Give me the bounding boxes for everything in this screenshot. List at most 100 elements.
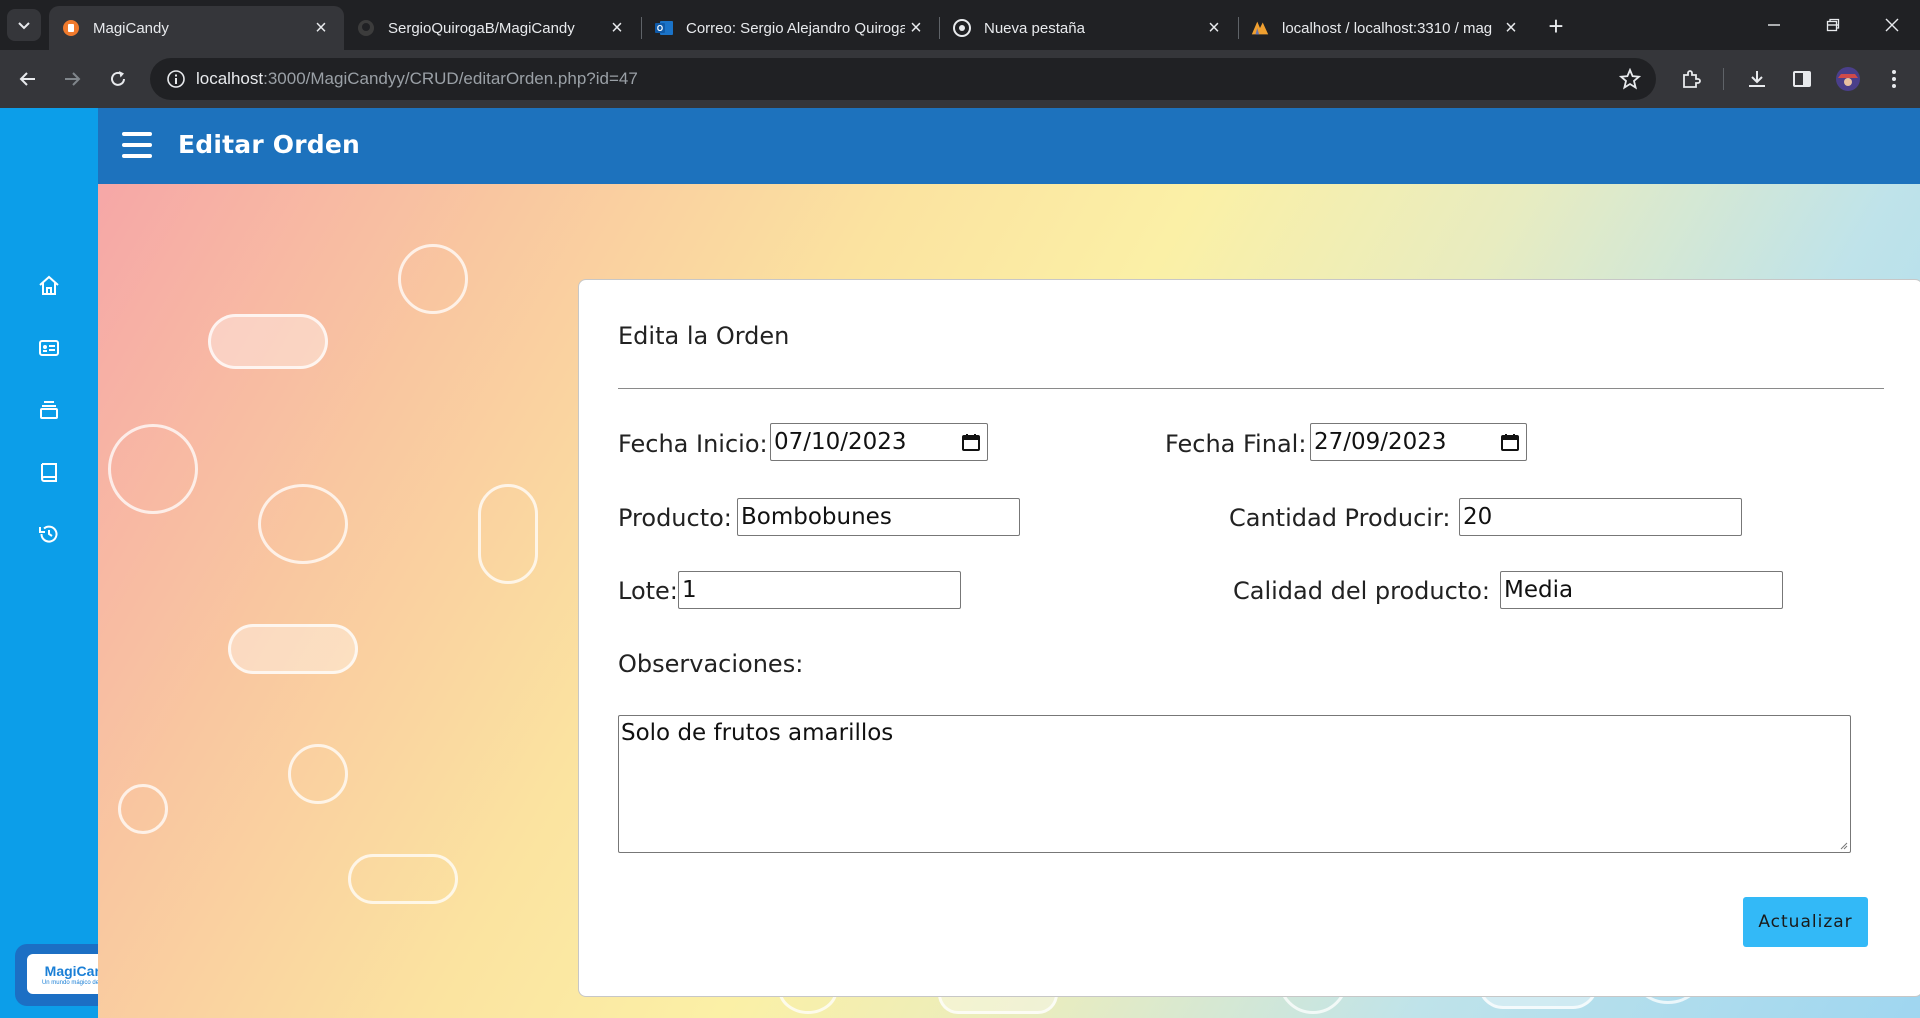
observaciones-value: Solo de frutos amarillos (621, 720, 894, 746)
actualizar-button[interactable]: Actualizar (1743, 897, 1868, 947)
extensions-button[interactable] (1675, 63, 1707, 95)
tab-nueva-pestana[interactable]: Nueva pestaña × (940, 6, 1237, 50)
download-icon (1749, 71, 1765, 87)
fecha-final-value: 27/09/2023 (1314, 429, 1447, 455)
phpmyadmin-icon (1250, 18, 1270, 38)
tab-title: Correo: Sergio Alejandro Quiroga (686, 19, 905, 37)
downloads-button[interactable] (1741, 63, 1773, 95)
fecha-final-label: Fecha Final: (1165, 430, 1307, 458)
address-bar[interactable]: localhost:3000/MagiCandyy/CRUD/editarOrd… (150, 58, 1656, 100)
sidebar-item-home[interactable] (29, 266, 69, 306)
close-window-button[interactable] (1872, 8, 1912, 42)
reload-button[interactable] (102, 63, 134, 95)
history-icon (39, 525, 58, 543)
candy-doodle (348, 854, 458, 904)
calidad-label: Calidad del producto: (1233, 577, 1490, 605)
minimize-icon (1768, 24, 1780, 26)
fecha-inicio-value: 07/10/2023 (774, 429, 907, 455)
outlook-icon: O (654, 18, 674, 38)
menu-hamburger-icon[interactable] (122, 132, 152, 158)
browser-menu-button[interactable] (1878, 63, 1910, 95)
chevron-down-icon (18, 22, 30, 30)
stack-icon (40, 401, 58, 419)
arrow-right-icon (65, 72, 81, 86)
avatar-icon (1836, 67, 1860, 91)
url-host: localhost (196, 69, 264, 88)
calendar-icon[interactable] (961, 432, 981, 452)
sidebar-item-stack[interactable] (29, 390, 69, 430)
app-orange-icon (61, 18, 81, 38)
github-icon (356, 18, 376, 38)
restore-button[interactable] (1813, 8, 1853, 42)
bookmark-star-icon[interactable] (1618, 67, 1642, 91)
cantidad-input[interactable]: 20 (1459, 498, 1742, 536)
candy-doodle (258, 484, 348, 564)
lote-value: 1 (682, 577, 697, 603)
id-card-icon (39, 340, 59, 356)
candy-doodle (118, 784, 168, 834)
url-path: :3000/MagiCandyy/CRUD/editarOrden.php?id… (263, 69, 638, 88)
url-text: localhost:3000/MagiCandyy/CRUD/editarOrd… (196, 69, 638, 89)
tab-phpmyadmin[interactable]: localhost / localhost:3310 / mag × (1238, 6, 1534, 50)
calendar-icon[interactable] (1500, 432, 1520, 452)
side-panel-button[interactable] (1786, 63, 1818, 95)
producto-label: Producto: (618, 504, 732, 532)
tab-magicandy[interactable]: MagiCandy × (49, 6, 344, 50)
cantidad-value: 20 (1463, 504, 1493, 530)
new-tab-button[interactable]: + (1542, 11, 1570, 41)
candy-doodle (228, 624, 358, 674)
tab-outlook[interactable]: O Correo: Sergio Alejandro Quiroga × (642, 6, 939, 50)
lote-label: Lote: (618, 577, 678, 605)
reload-icon (111, 71, 125, 86)
calidad-input[interactable]: Media (1500, 571, 1783, 609)
cantidad-label: Cantidad Producir: (1229, 504, 1451, 532)
observaciones-label: Observaciones: (618, 650, 804, 678)
chrome-icon (952, 18, 972, 38)
edit-order-card: Edita la Orden Fecha Inicio: 07/10/2023 … (578, 279, 1920, 997)
forward-button[interactable] (56, 63, 88, 95)
minimize-button[interactable] (1754, 8, 1794, 42)
sidebar-item-history[interactable] (29, 514, 69, 554)
lote-input[interactable]: 1 (678, 571, 961, 609)
producto-input[interactable]: Bombobunes (737, 498, 1020, 536)
tab-close-icon[interactable]: × (1500, 17, 1522, 39)
tab-title: localhost / localhost:3310 / mag (1282, 19, 1493, 37)
tab-search-button[interactable] (7, 9, 41, 41)
tab-title: SergioQuirogaB/MagiCandy (388, 19, 575, 37)
side-panel-icon (1793, 71, 1811, 87)
tab-close-icon[interactable]: × (905, 17, 927, 39)
site-info-icon[interactable] (156, 58, 196, 100)
resize-grip-icon[interactable] (1838, 840, 1848, 850)
tab-title: Nueva pestaña (984, 19, 1085, 37)
fecha-inicio-label: Fecha Inicio: (618, 430, 768, 458)
divider (618, 388, 1884, 389)
tab-close-icon[interactable]: × (1203, 17, 1225, 39)
profile-avatar[interactable] (1832, 63, 1864, 95)
browser-tabstrip: MagiCandy × SergioQuirogaB/MagiCandy × O… (0, 0, 1920, 50)
app-header: Editar Orden (98, 108, 1920, 184)
toolbar-divider (1723, 68, 1724, 90)
candy-doodle (288, 744, 348, 804)
close-icon (1885, 18, 1899, 32)
tab-github[interactable]: SergioQuirogaB/MagiCandy × (344, 6, 640, 50)
more-vertical-icon (1892, 70, 1896, 88)
svg-text:O: O (657, 24, 663, 33)
candy-doodle (398, 244, 468, 314)
tab-close-icon[interactable]: × (606, 17, 628, 39)
tab-close-icon[interactable]: × (310, 17, 332, 39)
back-button[interactable] (12, 63, 44, 95)
sidebar-item-book[interactable] (29, 452, 69, 492)
candy-doodle (108, 424, 198, 514)
home-icon (39, 275, 59, 295)
browser-toolbar: localhost:3000/MagiCandyy/CRUD/editarOrd… (0, 50, 1920, 108)
observaciones-textarea[interactable]: Solo de frutos amarillos (618, 715, 1851, 853)
fecha-final-input[interactable]: 27/09/2023 (1310, 423, 1527, 461)
page-title: Editar Orden (178, 130, 361, 159)
fecha-inicio-input[interactable]: 07/10/2023 (770, 423, 988, 461)
sidebar-item-cards[interactable] (29, 328, 69, 368)
web-page: MagiCandy Un mundo mágico de sabores Edi… (0, 108, 1920, 1018)
calidad-value: Media (1504, 577, 1574, 603)
candy-doodle (478, 484, 538, 584)
book-icon (41, 463, 57, 482)
restore-icon (1826, 18, 1840, 32)
